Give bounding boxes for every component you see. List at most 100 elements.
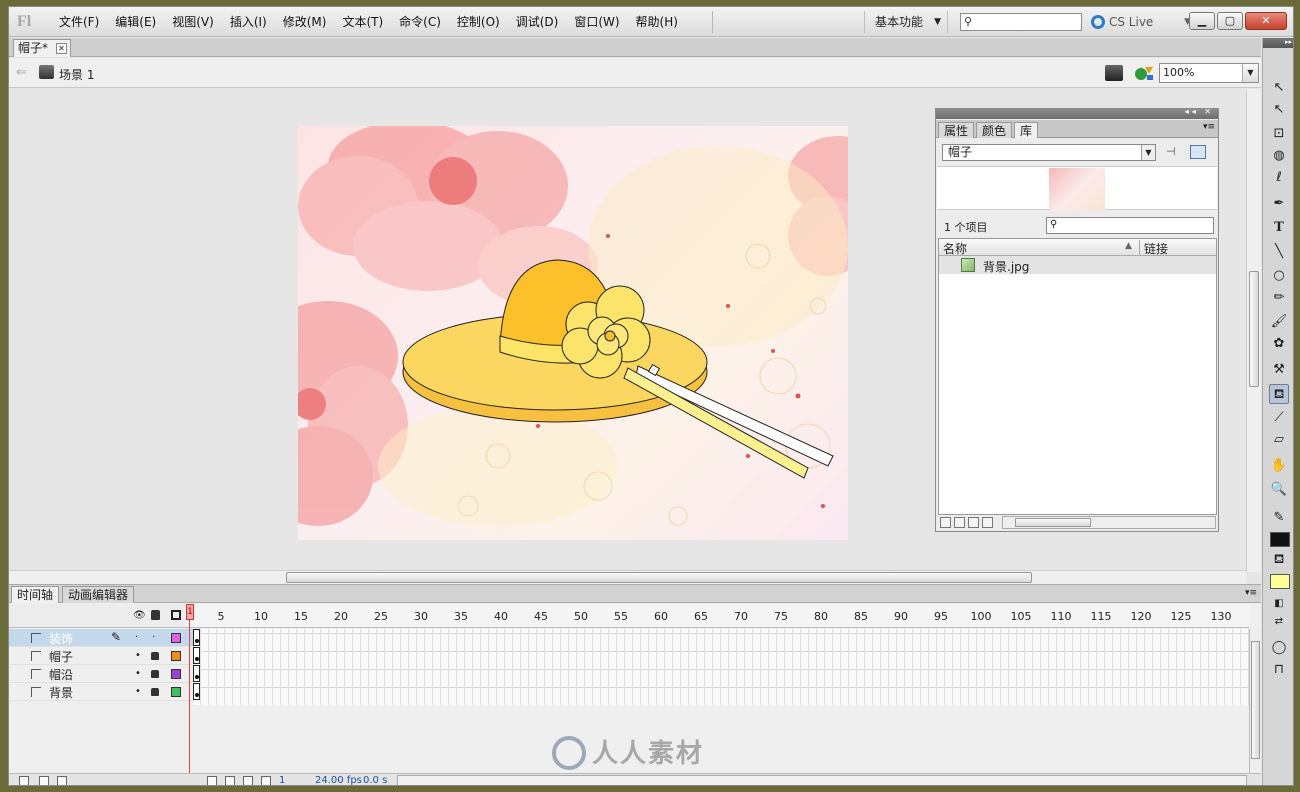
panel-collapse-close-icons[interactable]: ◂◂ ✕ [1185, 107, 1214, 116]
tab-motion-editor[interactable]: 动画编辑器 [62, 586, 135, 603]
cs-live-button[interactable]: CS Live ▼ [1091, 13, 1191, 31]
visibility-dot[interactable]: • [135, 686, 141, 697]
panel-menu-icon[interactable]: ▾≡ [1203, 122, 1215, 132]
timeline-horizontal-scrollbar[interactable] [397, 775, 1247, 785]
text-tool-icon[interactable]: T [1269, 218, 1289, 238]
outline-color[interactable] [171, 651, 181, 661]
scrollbar-thumb[interactable] [1251, 641, 1260, 759]
outline-color[interactable] [171, 669, 181, 679]
selection-tool-icon[interactable]: ↖ [1269, 78, 1289, 98]
menu-edit[interactable]: 编辑(E) [107, 14, 164, 31]
back-arrow-icon[interactable]: ⇐ [16, 65, 27, 80]
edit-multiple-frames-icon[interactable] [261, 776, 271, 785]
oval-tool-icon[interactable]: ○ [1269, 266, 1289, 286]
current-frame[interactable]: 1 [279, 775, 285, 785]
document-tab[interactable]: 帽子* ✕ [13, 39, 71, 57]
zoom-select[interactable]: 100% ▼ [1159, 63, 1259, 83]
visibility-dot[interactable]: • [135, 668, 141, 679]
delete-layer-icon[interactable] [57, 776, 67, 785]
pen-tool-icon[interactable]: ✒ [1269, 194, 1289, 214]
new-library-panel-icon[interactable] [1190, 145, 1206, 159]
3d-rotation-tool-icon[interactable]: ◍ [1269, 146, 1289, 166]
paint-bucket-tool-icon[interactable]: ⛾ [1269, 384, 1289, 404]
keyframe[interactable] [193, 665, 200, 682]
properties-icon[interactable] [968, 517, 979, 528]
scrollbar-thumb[interactable] [1249, 271, 1259, 387]
deco-tool-icon[interactable]: ✿ [1269, 334, 1289, 354]
layer-row[interactable]: 帽子 • [9, 647, 193, 665]
object-drawing-icon[interactable]: ◯ [1269, 638, 1289, 658]
visibility-dot[interactable]: • [135, 650, 141, 661]
edit-symbols-icon[interactable] [1133, 65, 1155, 81]
eraser-tool-icon[interactable]: ▱ [1269, 430, 1289, 450]
stage-vertical-scrollbar[interactable] [1246, 89, 1261, 572]
scrollbar-thumb[interactable] [286, 572, 1032, 583]
lasso-tool-icon[interactable]: ℓ [1269, 168, 1289, 188]
keyframe[interactable] [193, 683, 200, 700]
default-colors-icon[interactable]: ◧ [1269, 594, 1289, 614]
bone-tool-icon[interactable]: ⚒ [1269, 360, 1289, 380]
menu-window[interactable]: 窗口(W) [566, 14, 627, 31]
eyedropper-tool-icon[interactable]: ⟋ [1269, 408, 1289, 428]
show-hide-all-icon[interactable]: 👁 [133, 610, 146, 621]
lock-icon[interactable] [151, 652, 159, 660]
stroke-color-icon[interactable]: ✎ [1269, 508, 1289, 528]
onion-outline-icon[interactable] [243, 776, 253, 785]
panel-menu-icon[interactable]: ▾≡ [1245, 588, 1257, 598]
panel-titlebar[interactable]: ◂◂ ✕ [936, 107, 1218, 119]
frame-rate[interactable]: 24.00 fps [315, 775, 362, 785]
close-window-button[interactable]: ✕ [1245, 12, 1287, 30]
stage-canvas[interactable] [298, 126, 848, 540]
minimize-button[interactable]: ▁ [1189, 12, 1215, 30]
chevron-down-icon[interactable]: ▼ [1141, 145, 1155, 160]
scrollbar-thumb[interactable] [1015, 518, 1091, 527]
column-linkage[interactable]: 链接 [1144, 240, 1168, 257]
free-transform-tool-icon[interactable]: ⊡ [1269, 124, 1289, 144]
frame-ruler[interactable]: 1510152025303540455055606570758085909510… [185, 604, 1249, 628]
new-layer-icon[interactable] [19, 776, 29, 785]
hand-tool-icon[interactable]: ✋ [1269, 456, 1289, 476]
layer-row[interactable]: 装饰 ✎ · · [9, 629, 193, 647]
menu-control[interactable]: 控制(O) [449, 14, 508, 31]
tab-library[interactable]: 库 [1014, 122, 1039, 138]
menu-help[interactable]: 帮助(H) [628, 14, 686, 31]
menu-file[interactable]: 文件(F) [51, 14, 107, 31]
outline-color[interactable] [171, 633, 181, 643]
new-folder-icon[interactable] [39, 776, 49, 785]
delete-icon[interactable] [982, 517, 993, 528]
new-symbol-icon[interactable] [940, 517, 951, 528]
layer-row[interactable]: 帽沿 • [9, 665, 193, 683]
brush-tool-icon[interactable]: 🖌 [1269, 312, 1289, 332]
library-search-input[interactable]: ⚲ [1046, 217, 1214, 234]
frame-grid[interactable] [193, 629, 1249, 705]
help-search-input[interactable]: ⚲ [960, 13, 1082, 31]
tab-color[interactable]: 颜色 [976, 122, 1013, 138]
swap-colors-icon[interactable]: ⇄ [1269, 612, 1289, 632]
timeline-vertical-scrollbar[interactable] [1249, 629, 1261, 774]
menu-modify[interactable]: 修改(M) [275, 14, 335, 31]
library-item[interactable]: 背景.jpg [939, 256, 1216, 274]
outline-all-icon[interactable] [171, 610, 181, 620]
pin-library-icon[interactable]: ⊣ [1166, 145, 1182, 159]
workspace-switcher[interactable]: 基本功能 ▼ [864, 11, 948, 33]
tab-properties[interactable]: 属性 [938, 122, 975, 138]
outline-color[interactable] [171, 687, 181, 697]
fill-color-swatch[interactable] [1270, 574, 1290, 589]
column-name[interactable]: 名称 [943, 240, 967, 257]
menu-commands[interactable]: 命令(C) [391, 14, 449, 31]
edit-scene-icon[interactable] [1105, 65, 1123, 81]
menu-debug[interactable]: 调试(D) [508, 14, 567, 31]
menu-view[interactable]: 视图(V) [164, 14, 222, 31]
library-horizontal-scrollbar[interactable] [1002, 516, 1216, 529]
keyframe[interactable] [193, 629, 200, 646]
onion-skin-icon[interactable] [225, 776, 235, 785]
snap-to-objects-icon[interactable]: ⊓ [1269, 660, 1289, 680]
stage-horizontal-scrollbar[interactable] [9, 570, 1246, 584]
fill-color-icon[interactable]: ⛾ [1269, 550, 1289, 570]
menu-text[interactable]: 文本(T) [334, 14, 391, 31]
subselection-tool-icon[interactable]: ↖ [1269, 100, 1289, 120]
panel-expand-icon[interactable]: ▸▸ [1263, 38, 1293, 48]
visibility-dot[interactable]: · [135, 632, 138, 643]
lock-icon[interactable] [151, 670, 159, 678]
menu-insert[interactable]: 插入(I) [222, 14, 275, 31]
